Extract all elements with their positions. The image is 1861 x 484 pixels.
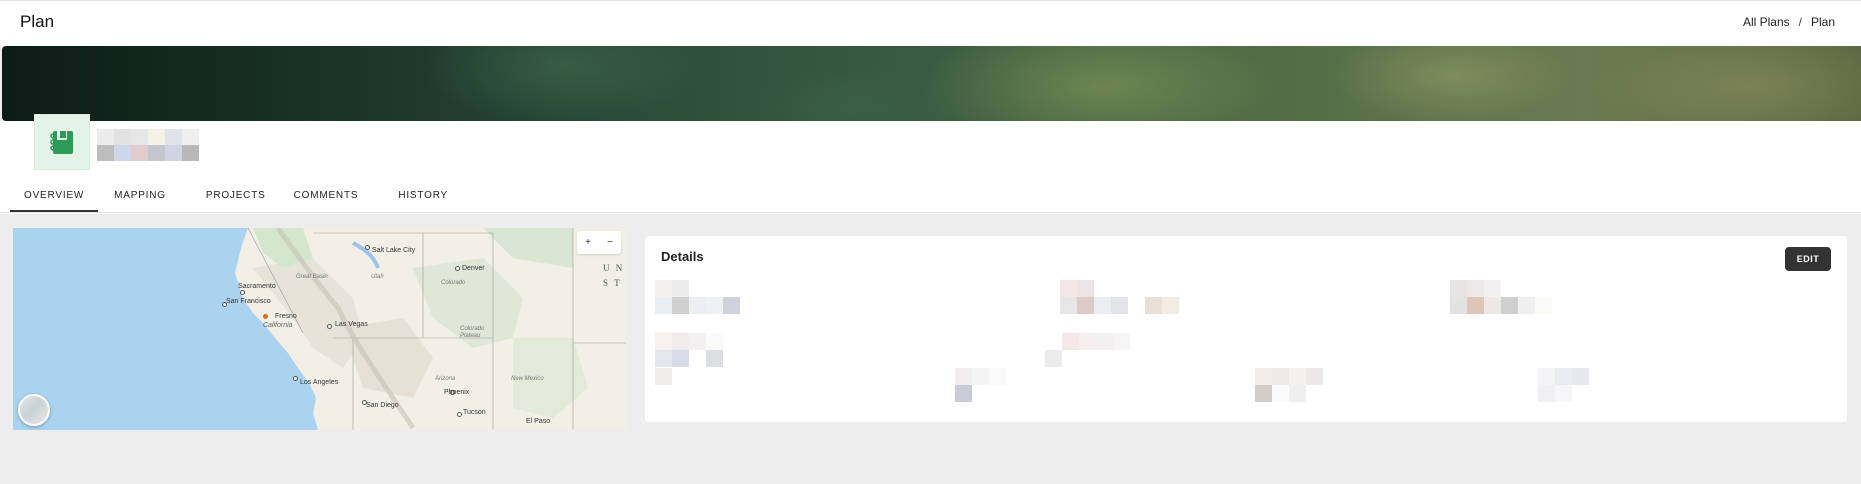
map-label-el-paso: El Paso (526, 418, 551, 425)
page-title: Plan (20, 12, 55, 31)
edit-button[interactable]: EDIT (1785, 247, 1831, 271)
tab-comments[interactable]: COMMENTS (280, 182, 373, 212)
details-title: Details (661, 249, 704, 264)
notebook-icon (50, 131, 73, 154)
map-label-tucson: Tucson (463, 409, 486, 416)
tab-projects[interactable]: PROJECTS (192, 182, 280, 212)
map-zoom-control: + − (577, 231, 621, 254)
zoom-out-button[interactable]: − (599, 231, 621, 254)
map-label-los-angeles: Los Angeles (300, 379, 339, 386)
breadcrumb: All Plans / Plan (1743, 15, 1835, 29)
map-label-san-diego: San Diego (366, 402, 399, 409)
map-label-great-basin: Great Basin (296, 274, 328, 280)
breadcrumb-all-plans[interactable]: All Plans (1743, 15, 1790, 29)
map-label-states: S T (603, 278, 622, 288)
detail-field-redacted (1060, 280, 1179, 314)
tab-history[interactable]: HISTORY (384, 182, 462, 212)
cover-banner (2, 46, 1861, 121)
map-label-california: California (263, 322, 293, 329)
basemap-thumbnail-icon (20, 396, 48, 424)
details-card: Details EDIT (645, 236, 1847, 422)
detail-field-redacted (1538, 368, 1589, 402)
map-label-denver: Denver (462, 265, 485, 272)
tab-divider (0, 212, 1861, 213)
detail-field-redacted (1450, 280, 1552, 314)
map-label-fresno: Fresno (275, 313, 297, 320)
map-label-united: U N (603, 263, 625, 273)
map-label-colorado-plateau: Colorado Plateau (460, 326, 485, 339)
detail-field-redacted (1045, 333, 1130, 367)
map-label-sacramento: Sacramento (238, 283, 276, 290)
tab-bar: OVERVIEW MAPPING PROJECTS COMMENTS HISTO… (10, 182, 462, 212)
map-label-arizona: Arizona (435, 376, 456, 382)
detail-field-redacted (955, 368, 1006, 402)
detail-field-redacted (655, 368, 672, 385)
map-label-las-vegas: Las Vegas (335, 321, 368, 328)
detail-field-redacted (1255, 368, 1323, 402)
breadcrumb-separator: / (1798, 15, 1802, 29)
detail-field-redacted (655, 280, 740, 314)
zoom-in-button[interactable]: + (577, 231, 599, 254)
plan-name-redacted (97, 129, 199, 161)
plan-map[interactable]: Salt Lake City Denver Sacramento San Fra… (13, 228, 626, 430)
map-label-new-mexico: New Mexico (511, 376, 544, 382)
map-label-phoenix: Phoenix (444, 389, 470, 396)
basemap-toggle-button[interactable] (18, 394, 50, 426)
plan-avatar (34, 114, 90, 170)
breadcrumb-current: Plan (1810, 15, 1835, 29)
tab-mapping[interactable]: MAPPING (100, 182, 180, 212)
map-label-san-francisco: San Francisco (226, 298, 271, 305)
map-label-salt-lake-city: Salt Lake City (372, 247, 416, 254)
detail-field-redacted (655, 333, 723, 367)
map-label-colorado: Colorado (441, 280, 466, 286)
map-label-utah: Utah (371, 274, 384, 280)
top-bar: Plan All Plans / Plan (0, 0, 1861, 46)
tab-overview[interactable]: OVERVIEW (10, 182, 99, 212)
